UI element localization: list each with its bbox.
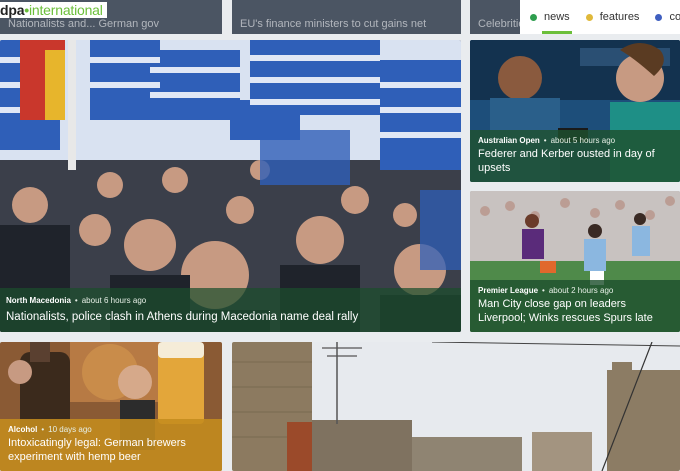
card-category[interactable]: Alcohol bbox=[8, 425, 37, 434]
news-card-town[interactable] bbox=[232, 342, 680, 471]
card-caption: Australian Open • about 5 hours ago Federe… bbox=[470, 130, 680, 182]
site-header: dpa•international news features consu bbox=[0, 0, 680, 34]
card-timestamp: 10 days ago bbox=[48, 425, 92, 434]
news-card-beer[interactable]: Alcohol • 10 days ago Intoxicatingly legal… bbox=[0, 342, 222, 471]
news-card-football[interactable]: Premier League • about 2 hours ago Man Cit… bbox=[470, 191, 680, 332]
card-meta: Premier League • about 2 hours ago bbox=[478, 286, 672, 295]
meta-separator: • bbox=[74, 296, 78, 305]
card-timestamp: about 2 hours ago bbox=[548, 286, 614, 295]
nav-label: consu bbox=[669, 11, 680, 23]
card-category[interactable]: Australian Open bbox=[478, 136, 540, 145]
news-bullet-icon bbox=[530, 13, 537, 21]
news-card-tennis[interactable]: Australian Open • about 5 hours ago Federe… bbox=[470, 40, 680, 182]
nav-label: news bbox=[544, 11, 570, 23]
page: Nationalists and... German gov EU's fina… bbox=[0, 0, 680, 471]
nav-label: features bbox=[599, 11, 640, 23]
card-timestamp: about 5 hours ago bbox=[550, 136, 616, 145]
card-category[interactable]: Premier League bbox=[478, 286, 538, 295]
card-meta: Australian Open • about 5 hours ago bbox=[478, 136, 672, 145]
consumer-bullet-icon bbox=[655, 13, 663, 21]
card-title[interactable]: Man City close gap on leaders Liverpool;… bbox=[478, 297, 672, 325]
nav-item-news[interactable]: news bbox=[530, 0, 572, 34]
nav-item-consumer[interactable]: consu bbox=[655, 0, 680, 34]
meta-separator: • bbox=[542, 286, 545, 295]
nav-item-features[interactable]: features bbox=[585, 0, 640, 34]
logo-prefix: dpa bbox=[0, 2, 25, 18]
card-title[interactable]: Nationalists, police clash in Athens dur… bbox=[6, 310, 453, 324]
card-meta: Alcohol • 10 days ago bbox=[8, 425, 214, 434]
meta-separator: • bbox=[543, 136, 547, 145]
card-caption: North Macedonia • about 6 hours ago Nation… bbox=[0, 288, 461, 332]
dpa-logo[interactable]: dpa•international bbox=[0, 2, 107, 18]
card-category[interactable]: North Macedonia bbox=[6, 296, 71, 305]
logo-suffix: international bbox=[29, 2, 103, 18]
main-nav: news features consu bbox=[520, 0, 680, 34]
card-caption: Premier League • about 2 hours ago Man Cit… bbox=[470, 280, 680, 332]
card-timestamp: about 6 hours ago bbox=[81, 296, 147, 305]
meta-separator: • bbox=[41, 425, 45, 434]
features-bullet-icon bbox=[585, 13, 593, 21]
town-photo bbox=[232, 342, 680, 471]
card-title[interactable]: Federer and Kerber ousted in day of upse… bbox=[478, 147, 672, 175]
card-title[interactable]: Intoxicatingly legal: German brewers exp… bbox=[8, 436, 214, 464]
news-card-main[interactable]: North Macedonia • about 6 hours ago Nation… bbox=[0, 40, 461, 332]
card-meta: North Macedonia • about 6 hours ago bbox=[6, 296, 453, 305]
card-caption: Alcohol • 10 days ago Intoxicatingly legal… bbox=[0, 419, 222, 471]
